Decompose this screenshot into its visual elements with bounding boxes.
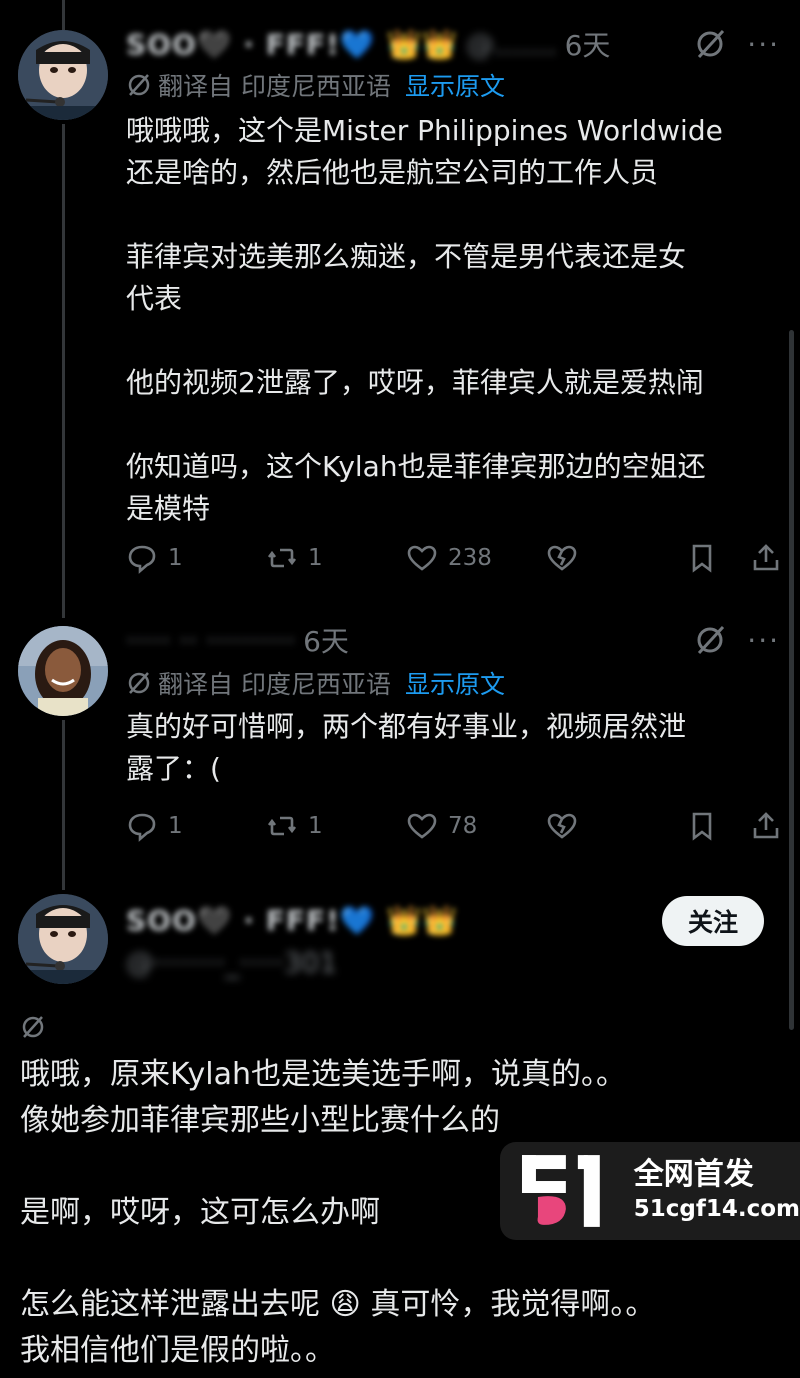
reply-count: 1 bbox=[168, 813, 183, 839]
repost-button[interactable]: 1 bbox=[266, 810, 406, 842]
bookmark-icon bbox=[692, 544, 712, 573]
grok-icon[interactable] bbox=[693, 623, 727, 657]
show-original-link[interactable]: 显示原文 bbox=[405, 665, 505, 701]
like-count: 78 bbox=[448, 813, 478, 839]
thread-line bbox=[62, 720, 65, 890]
avatar[interactable] bbox=[18, 894, 108, 984]
post-header: SOO🖤 · FFF!💙 👑👑 @....... 6天 ··· bbox=[126, 22, 780, 66]
author-name[interactable]: ····· ·· ·········· bbox=[126, 624, 295, 657]
action-bar: 1 1 78 bbox=[126, 804, 786, 848]
broken-heart-icon bbox=[547, 813, 577, 839]
like-button[interactable]: 78 bbox=[406, 810, 546, 842]
reply-button[interactable]: 1 bbox=[126, 542, 266, 574]
post-time[interactable]: 6天 bbox=[303, 620, 349, 660]
repost-count: 1 bbox=[308, 813, 323, 839]
like-button[interactable]: 238 bbox=[406, 542, 546, 574]
more-icon[interactable]: ··· bbox=[747, 28, 780, 61]
broken-heart-icon bbox=[547, 545, 577, 571]
author-handle[interactable]: @········_·····301 bbox=[126, 946, 337, 979]
translate-icon bbox=[128, 74, 150, 96]
author-name[interactable]: SOO🖤 · FFF!💙 👑👑 bbox=[126, 904, 458, 937]
heart-icon bbox=[407, 813, 437, 839]
post-time[interactable]: 6天 bbox=[565, 24, 611, 64]
watermark-logo bbox=[521, 1155, 600, 1227]
repost-count: 1 bbox=[308, 545, 323, 571]
watermark-line2: 51cgf14.com bbox=[633, 1196, 800, 1222]
post-header: ····· ·· ·········· 6天 ··· bbox=[126, 618, 780, 662]
grok-icon[interactable] bbox=[20, 1014, 46, 1040]
translate-icon bbox=[128, 672, 150, 694]
repost-button[interactable]: 1 bbox=[266, 542, 406, 574]
author-handle[interactable]: @....... bbox=[466, 28, 556, 61]
thread-line bbox=[62, 124, 65, 618]
bookmark-button[interactable] bbox=[686, 810, 750, 842]
bookmark-icon bbox=[692, 812, 712, 841]
more-icon[interactable]: ··· bbox=[747, 624, 780, 657]
heart-icon bbox=[407, 545, 437, 571]
like-count: 238 bbox=[448, 545, 492, 571]
translate-row: 翻译自 印度尼西亚语 显示原文 bbox=[126, 664, 505, 702]
reply-count: 1 bbox=[168, 545, 183, 571]
reply-icon bbox=[128, 813, 156, 842]
author-name[interactable]: SOO🖤 · FFF!💙 👑👑 bbox=[126, 28, 458, 61]
reply-button[interactable]: 1 bbox=[126, 810, 266, 842]
dislike-button[interactable] bbox=[546, 542, 686, 574]
post-text: 哦哦哦，这个是Mister Philippines Worldwide 还是啥的… bbox=[126, 114, 723, 525]
follow-button[interactable]: 关注 bbox=[662, 896, 764, 946]
thread-line bbox=[62, 0, 65, 30]
main-post-header: SOO🖤 · FFF!💙 👑👑 bbox=[126, 898, 620, 942]
grok-icon[interactable] bbox=[693, 27, 727, 61]
dislike-button[interactable] bbox=[546, 810, 686, 842]
repost-icon bbox=[267, 548, 297, 568]
translate-label: 翻译自 印度尼西亚语 bbox=[158, 670, 391, 699]
watermark-line1: 全网首发 bbox=[633, 1157, 754, 1192]
scrollbar[interactable] bbox=[789, 330, 794, 1030]
repost-icon bbox=[267, 816, 297, 836]
share-button[interactable] bbox=[750, 542, 782, 574]
share-button[interactable] bbox=[750, 810, 782, 842]
avatar[interactable] bbox=[18, 626, 108, 716]
bookmark-button[interactable] bbox=[686, 542, 750, 574]
main-post-handle-row: @········_·····301 bbox=[126, 940, 620, 984]
action-bar: 1 1 238 bbox=[126, 536, 786, 580]
translate-label: 翻译自 印度尼西亚语 bbox=[158, 72, 391, 101]
share-icon bbox=[753, 544, 779, 571]
avatar[interactable] bbox=[18, 30, 108, 120]
post-text: 真的好可惜啊，两个都有好事业，视频居然泄 露了：( bbox=[126, 710, 687, 785]
share-icon bbox=[753, 812, 779, 839]
translate-row: 翻译自 印度尼西亚语 显示原文 bbox=[126, 66, 505, 104]
watermark-text: 全网首发 51cgf14.com bbox=[634, 1157, 800, 1225]
show-original-link[interactable]: 显示原文 bbox=[405, 67, 505, 103]
watermark: 全网首发 51cgf14.com bbox=[500, 1142, 800, 1240]
reply-icon bbox=[128, 545, 156, 574]
